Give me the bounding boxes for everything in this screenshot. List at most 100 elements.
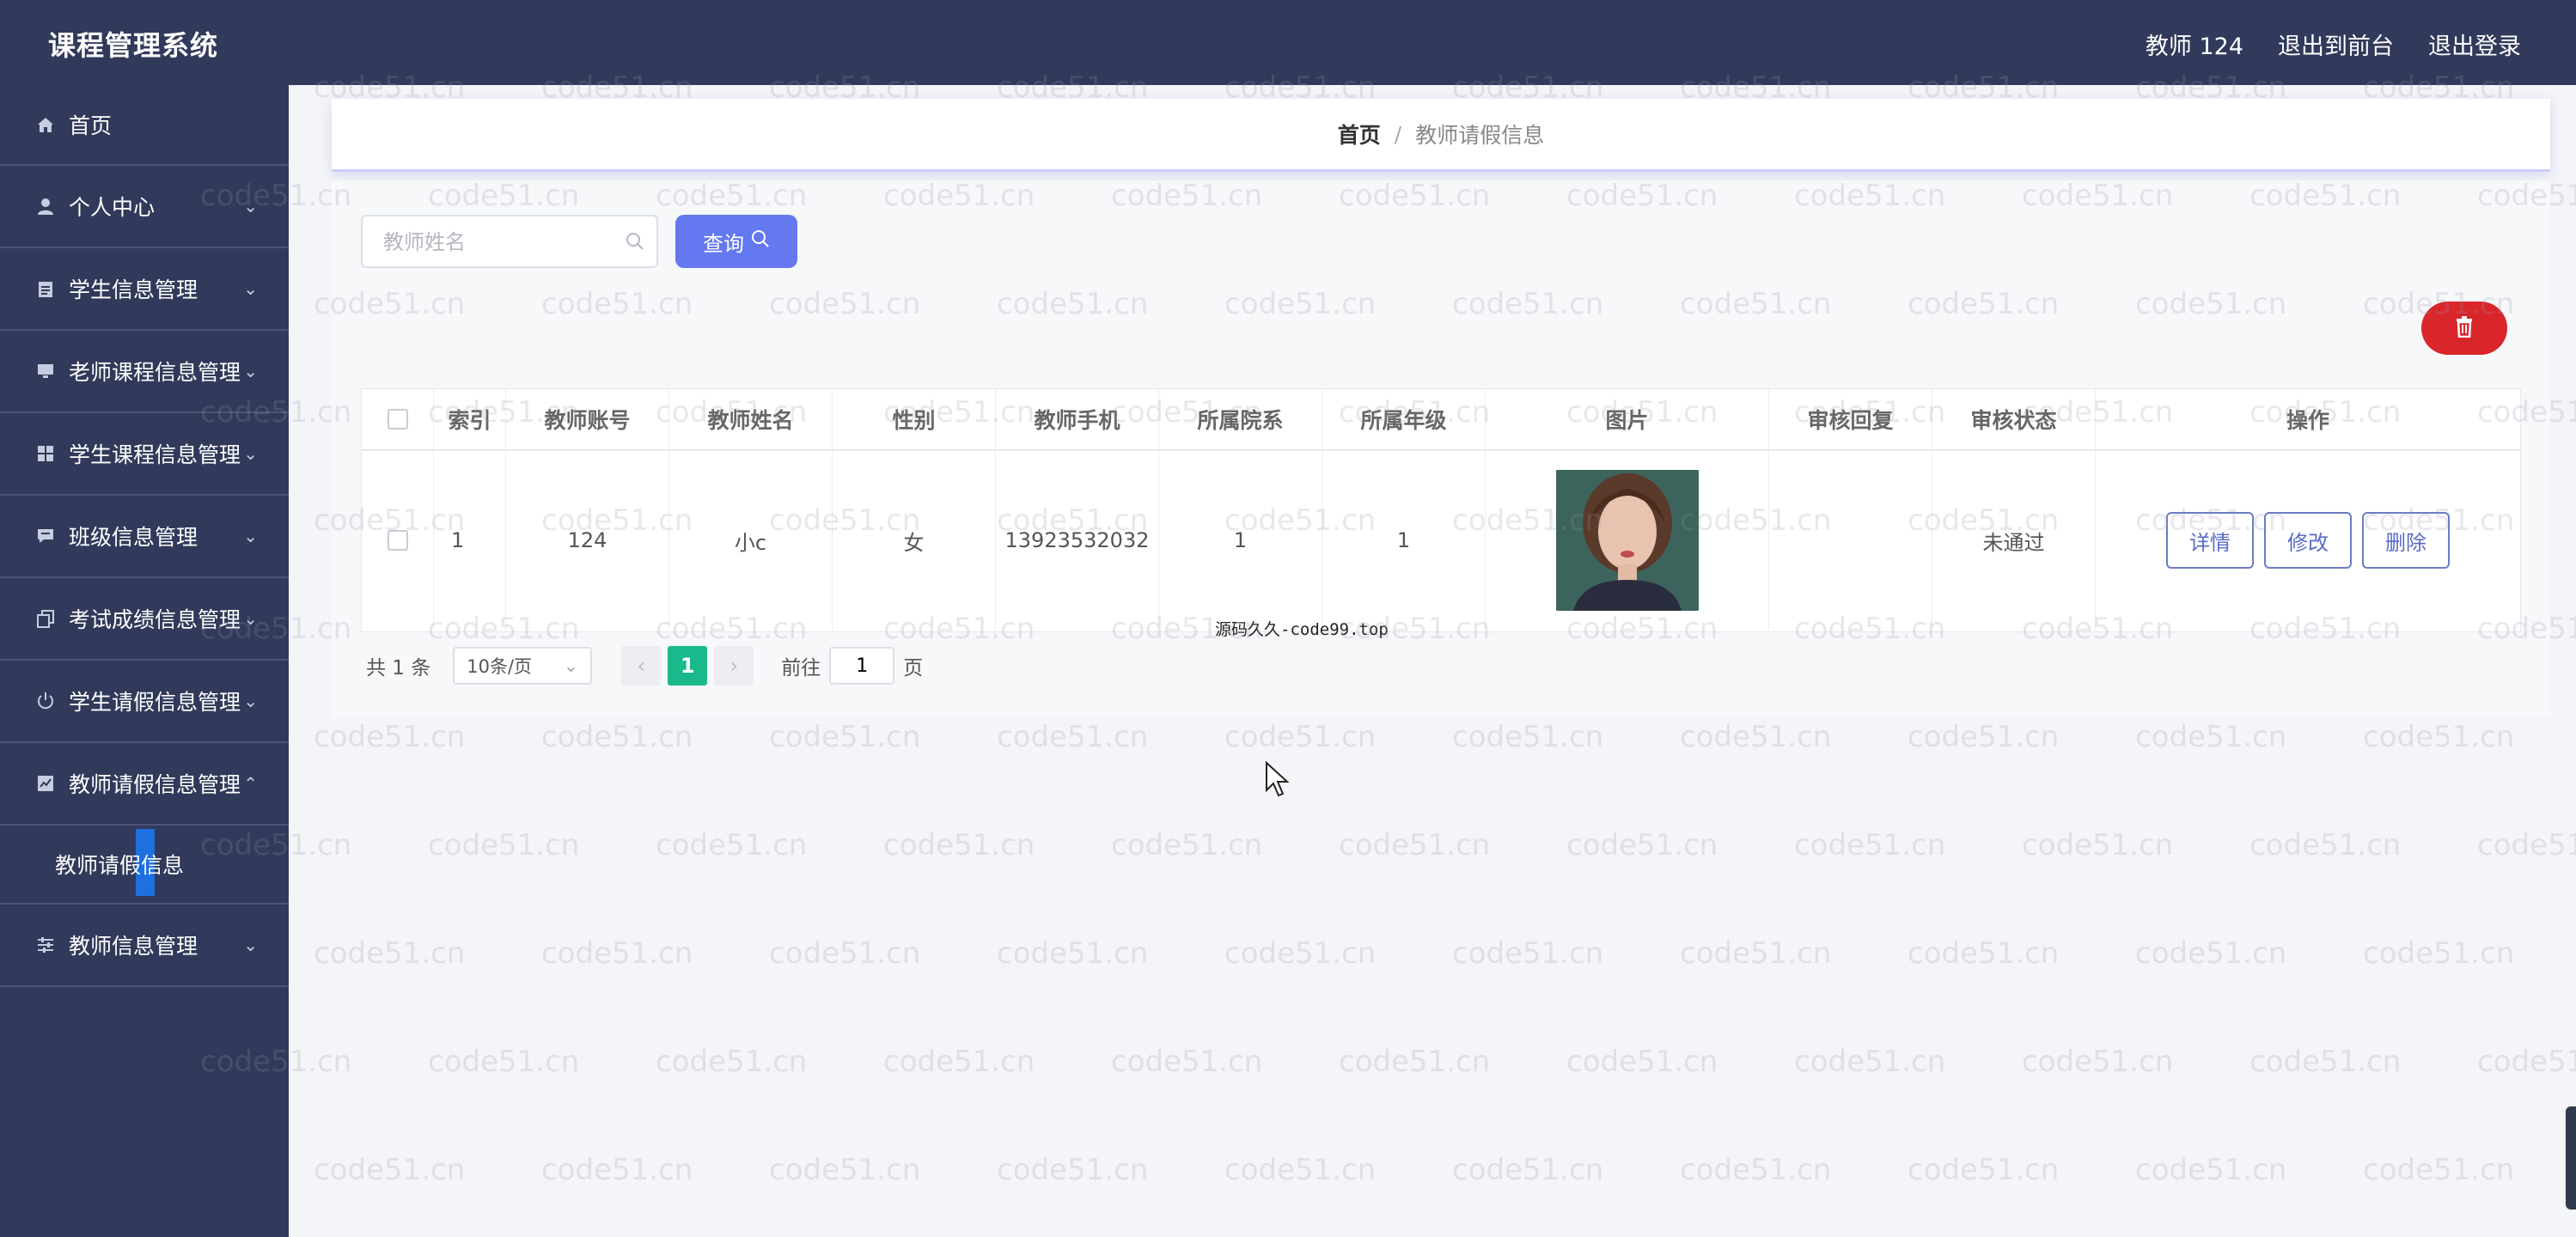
checkbox[interactable]: [387, 530, 408, 551]
watermark-text: code51.cn: [1224, 936, 1377, 971]
watermark-text: code51.cn: [1111, 1045, 1263, 1079]
watermark-text: code51.cn: [2363, 1153, 2515, 1187]
trash-icon: [2454, 315, 2475, 341]
watermark-text: code51.cn: [769, 720, 921, 754]
delete-button[interactable]: 删除: [2362, 512, 2450, 569]
cell-actions: 详情 修改 删除: [2096, 451, 2520, 630]
watermark-text: code51.cn: [1452, 936, 1604, 971]
sidebar-item-teacher-info[interactable]: 教师信息管理 ⌄: [0, 905, 289, 987]
search-icon: [626, 232, 644, 254]
watermark-text: code51.cn: [2022, 1045, 2174, 1079]
watermark-text: code51.cn: [1224, 720, 1377, 754]
sidebar-item-label: 学生课程信息管理: [69, 442, 241, 467]
sidebar-item-exam-scores[interactable]: 考试成绩信息管理 ⌄: [0, 578, 289, 661]
watermark-text: code51.cn: [1566, 1045, 1718, 1079]
sidebar-item-student-info[interactable]: 学生信息管理 ⌄: [0, 248, 289, 331]
watermark-text: code51.cn: [1908, 936, 2060, 971]
watermark-text: code51.cn: [2363, 720, 2515, 754]
sidebar-item-label: 教师请假信息管理: [69, 772, 241, 797]
watermark-text: code51.cn: [2477, 1045, 2576, 1079]
batch-delete-button[interactable]: [2421, 302, 2507, 355]
watermark-text: code51.cn: [997, 720, 1149, 754]
header-select-all[interactable]: [362, 389, 434, 449]
chart-icon: [34, 772, 57, 795]
watermark-text: code51.cn: [428, 828, 580, 862]
chevron-right-icon: ›: [729, 654, 739, 678]
home-icon: [34, 113, 57, 136]
column-header: 审核状态: [1932, 389, 2096, 449]
teacher-name-search[interactable]: [361, 215, 658, 268]
sidebar-item-home[interactable]: 首页: [0, 85, 289, 164]
query-button[interactable]: 查询: [675, 215, 797, 268]
sidebar-item-label: 个人中心: [69, 195, 156, 220]
watermark-text: code51.cn: [314, 1153, 466, 1187]
column-header: 图片: [1486, 389, 1769, 449]
chevron-up-icon: ⌃: [243, 773, 258, 794]
watermark-text: code51.cn: [2249, 1045, 2402, 1079]
teacher-photo[interactable]: [1555, 470, 1699, 611]
query-button-label: 查询: [703, 231, 744, 256]
sidebar-item-label: 教师信息管理: [69, 934, 198, 959]
watermark-text: code51.cn: [1908, 1153, 2060, 1187]
page-size-select[interactable]: 10条/页 ⌄: [453, 647, 593, 685]
column-header: 操作: [2286, 408, 2329, 433]
teacher-leave-table: 索引 教师账号 教师姓名 性别 教师手机 所属院系 所属年级 图片 审核回复 审…: [361, 388, 2521, 632]
cell-name: 小c: [669, 451, 833, 630]
chevron-down-icon: ⌄: [243, 608, 258, 629]
watermark-text: code51.cn: [314, 720, 466, 754]
table-row: 1 124 小c 女 13923532032 1 1 未通过 详情 修改 删除: [362, 451, 2520, 630]
sidebar-item-label: 老师课程信息管理: [69, 360, 241, 385]
goto-page-input[interactable]: [829, 647, 895, 685]
edit-button[interactable]: 修改: [2264, 512, 2352, 569]
cell-grade: 1: [1322, 451, 1486, 630]
watermark-text: code51.cn: [2363, 936, 2515, 971]
breadcrumb: 首页 / 教师请假信息: [332, 99, 2550, 172]
watermark-text: code51.cn: [883, 1045, 1035, 1079]
clipboard-icon: [34, 277, 57, 300]
cell-photo: [1486, 451, 1769, 630]
sidebar-subitem-teacher-leave-info[interactable]: 教师请假信息: [0, 826, 289, 905]
cell-review-reply: [1769, 451, 1932, 630]
sidebar-item-teacher-course[interactable]: 老师课程信息管理 ⌄: [0, 331, 289, 413]
watermark-text: code51.cn: [769, 1153, 921, 1187]
sidebar-item-teacher-leave[interactable]: 教师请假信息管理 ⌃: [0, 743, 289, 826]
detail-button[interactable]: 详情: [2166, 512, 2254, 569]
column-header: 教师手机: [996, 389, 1159, 449]
column-header: 性别: [833, 389, 996, 449]
page-number-button[interactable]: 1: [668, 646, 708, 686]
grid-icon: [34, 442, 57, 465]
watermark-text: code51.cn: [1680, 1153, 1832, 1187]
message-icon: [34, 525, 57, 547]
back-to-front-link[interactable]: 退出到前台: [2278, 27, 2394, 61]
sidebar-item-student-course[interactable]: 学生课程信息管理 ⌄: [0, 413, 289, 496]
breadcrumb-home[interactable]: 首页: [1338, 119, 1381, 149]
cell-account: 124: [506, 451, 669, 630]
watermark-text: code51.cn: [2249, 828, 2402, 862]
sidebar-item-personal-center[interactable]: 个人中心 ⌄: [0, 164, 289, 248]
watermark-text: code51.cn: [541, 720, 693, 754]
column-header: 教师姓名: [669, 389, 833, 449]
pagination: 共 1 条 10条/页 ⌄ ‹ 1 › 前往 页: [366, 646, 923, 686]
next-page-button[interactable]: ›: [714, 646, 754, 686]
sidebar-item-student-leave[interactable]: 学生请假信息管理 ⌄: [0, 661, 289, 743]
chevron-down-icon: ⌄: [563, 655, 579, 676]
watermark-text: code51.cn: [997, 936, 1149, 971]
column-header: 索引: [434, 389, 506, 449]
prev-page-button[interactable]: ‹: [621, 646, 662, 686]
checkbox[interactable]: [387, 409, 408, 430]
watermark-text: code51.cn: [314, 936, 466, 971]
watermark-text: code51.cn: [428, 1045, 580, 1079]
watermark-text: code51.cn: [1680, 936, 1832, 971]
chevron-down-icon: ⌄: [243, 526, 258, 546]
breadcrumb-separator: /: [1394, 121, 1402, 147]
row-select[interactable]: [362, 451, 434, 630]
search-input[interactable]: [363, 216, 626, 268]
header-links: 教师 124 退出到前台 退出登录: [2146, 27, 2521, 61]
watermark-text: code51.cn: [1794, 1045, 1946, 1079]
column-header: 教师账号: [506, 389, 669, 449]
sidebar-subitem-label: 教师请假信息: [55, 853, 185, 878]
logout-link[interactable]: 退出登录: [2428, 27, 2521, 61]
sidebar-item-class-info[interactable]: 班级信息管理 ⌄: [0, 496, 289, 578]
side-handle[interactable]: [2566, 1106, 2576, 1210]
watermark-text: code51.cn: [541, 1153, 693, 1187]
